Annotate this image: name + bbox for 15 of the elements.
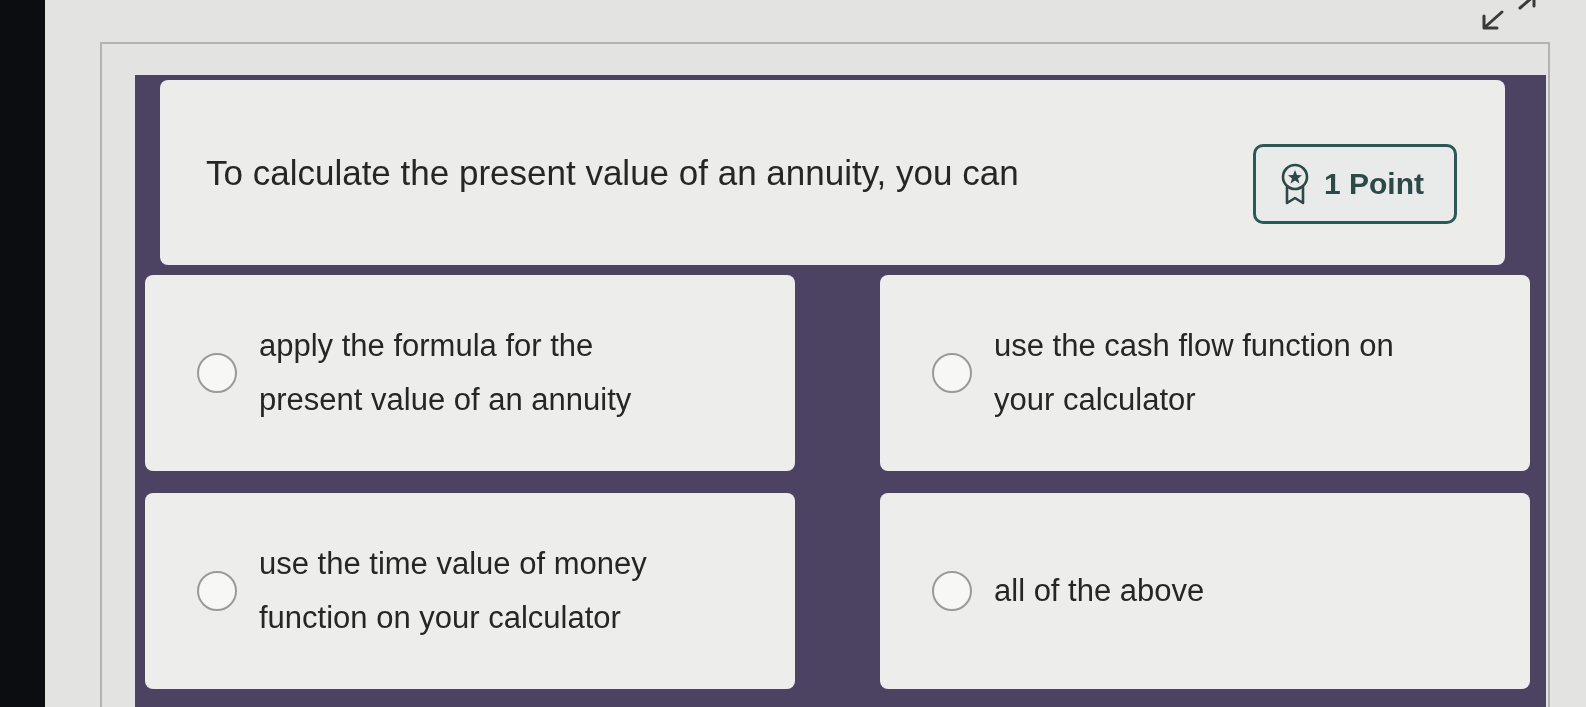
answer-option[interactable]: use the cash flow function on your calculator xyxy=(880,275,1530,471)
radio-button[interactable] xyxy=(197,571,237,611)
radio-button[interactable] xyxy=(932,353,972,393)
radio-button[interactable] xyxy=(932,571,972,611)
points-label: 1 Point xyxy=(1324,166,1424,201)
answer-option[interactable]: use the time value of money function on your calculator xyxy=(145,493,795,689)
answer-option[interactable]: apply the formula for the present value of an annuity xyxy=(145,275,795,471)
answer-text: use the time value of money function on your calculator xyxy=(259,544,648,637)
answer-text: apply the formula for the present value of an annuity xyxy=(259,326,633,419)
award-icon xyxy=(1280,162,1310,205)
radio-button[interactable] xyxy=(197,353,237,393)
answer-text: use the cash flow function on your calculator xyxy=(994,326,1395,419)
question-text: To calculate the present value of an annuity, you can xyxy=(206,152,1020,193)
answer-text: all of the above xyxy=(994,571,1205,610)
answer-option[interactable]: all of the above xyxy=(880,493,1530,689)
